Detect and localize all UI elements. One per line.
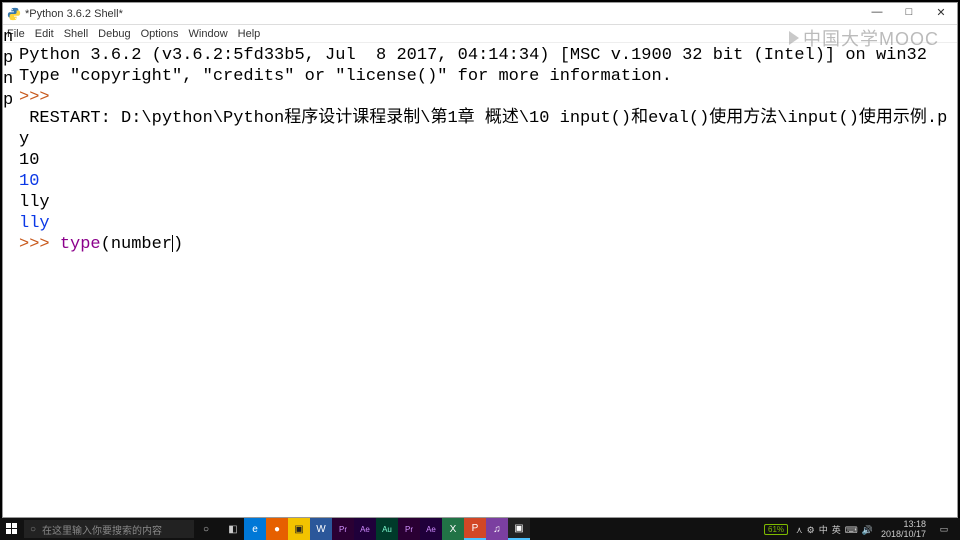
cortana-icon[interactable]: ○ [194, 518, 218, 540]
search-placeholder: 在这里输入你要搜索的内容 [42, 522, 162, 537]
shell-content[interactable]: Python 3.6.2 (v3.6.2:5fd33b5, Jul 8 2017… [3, 43, 957, 517]
play-icon [789, 31, 799, 45]
shell-banner-line2: Type "copyright", "credits" or "license(… [19, 67, 672, 86]
minimize-button[interactable]: — [861, 1, 893, 23]
taskbar-app[interactable]: P [464, 518, 486, 540]
window-controls: — □ ✕ [861, 1, 957, 23]
start-button[interactable] [0, 518, 24, 540]
tray-icon[interactable]: 中 [819, 525, 828, 535]
taskbar-app[interactable]: ▣ [508, 518, 530, 540]
taskbar-app[interactable]: ▣ [288, 518, 310, 540]
watermark-text: 中国大学MOOC [803, 25, 939, 51]
taskbar-app[interactable]: X [442, 518, 464, 540]
taskbar-left: ○ 在这里输入你要搜索的内容 ○ ◧e●▣WPrAeAuPrAeXP♫▣ [0, 518, 530, 540]
taskbar-clock[interactable]: 13:18 2018/10/17 [881, 519, 926, 539]
menu-window[interactable]: Window [189, 28, 228, 40]
shell-restart-line: RESTART: D:\python\Python程序设计课程录制\第1章 概述… [19, 109, 947, 149]
tray-icon[interactable]: ⚙ [807, 525, 815, 535]
menu-shell[interactable]: Shell [64, 28, 88, 40]
shell-output-2: 10 [19, 172, 39, 191]
menu-options[interactable]: Options [141, 28, 179, 40]
taskbar-tray: 61% ⋏ ⚙ 中英 ⌨ 🔊 13:18 2018/10/17 ▭ [764, 518, 960, 540]
taskbar-app[interactable]: ◧ [222, 518, 244, 540]
tray-icon[interactable]: ⌨ [845, 525, 858, 535]
clock-date: 2018/10/17 [881, 529, 926, 539]
taskbar-app[interactable]: W [310, 518, 332, 540]
menu-help[interactable]: Help [238, 28, 261, 40]
taskbar-app[interactable]: Pr [398, 518, 420, 540]
shell-output-4: lly [19, 214, 50, 233]
maximize-button[interactable]: □ [893, 1, 925, 23]
titlebar[interactable]: *Python 3.6.2 Shell* — □ ✕ [3, 3, 957, 25]
taskbar-apps: ◧e●▣WPrAeAuPrAeXP♫▣ [222, 518, 530, 540]
taskbar-app[interactable]: Ae [354, 518, 376, 540]
tray-icon[interactable]: 🔊 [862, 525, 873, 535]
input-func: type [60, 235, 101, 254]
input-paren-open: ( [101, 235, 111, 254]
tray-icon[interactable]: 英 [832, 525, 841, 535]
shell-prompt-1: >>> [19, 88, 60, 107]
taskbar-app[interactable]: e [244, 518, 266, 540]
taskbar: ○ 在这里输入你要搜索的内容 ○ ◧e●▣WPrAeAuPrAeXP♫▣ 61%… [0, 518, 960, 540]
clock-time: 13:18 [881, 519, 926, 529]
input-arg: number [111, 235, 172, 254]
window-title: *Python 3.6.2 Shell* [25, 8, 953, 20]
taskbar-app[interactable]: Ae [420, 518, 442, 540]
watermark: 中国大学MOOC [789, 25, 939, 51]
idle-shell-window: *Python 3.6.2 Shell* — □ ✕ File Edit She… [2, 2, 958, 518]
notifications-icon[interactable]: ▭ [932, 518, 956, 540]
input-paren-close: ) [173, 235, 183, 254]
taskbar-app[interactable]: ● [266, 518, 288, 540]
search-icon: ○ [30, 524, 36, 535]
menu-debug[interactable]: Debug [98, 28, 130, 40]
python-icon [7, 7, 21, 21]
battery-indicator[interactable]: 61% [764, 524, 788, 535]
taskbar-app[interactable]: Au [376, 518, 398, 540]
shell-output-3: lly [19, 193, 50, 212]
taskbar-search[interactable]: ○ 在这里输入你要搜索的内容 [24, 520, 194, 538]
menu-edit[interactable]: Edit [35, 28, 54, 40]
shell-prompt-2: >>> [19, 235, 60, 254]
tray-icons: ⋏ ⚙ 中英 ⌨ 🔊 [794, 523, 875, 536]
taskbar-app[interactable]: Pr [332, 518, 354, 540]
taskbar-app[interactable]: ♫ [486, 518, 508, 540]
close-button[interactable]: ✕ [925, 1, 957, 23]
tray-icon[interactable]: ⋏ [796, 525, 803, 535]
shell-output-1: 10 [19, 151, 39, 170]
